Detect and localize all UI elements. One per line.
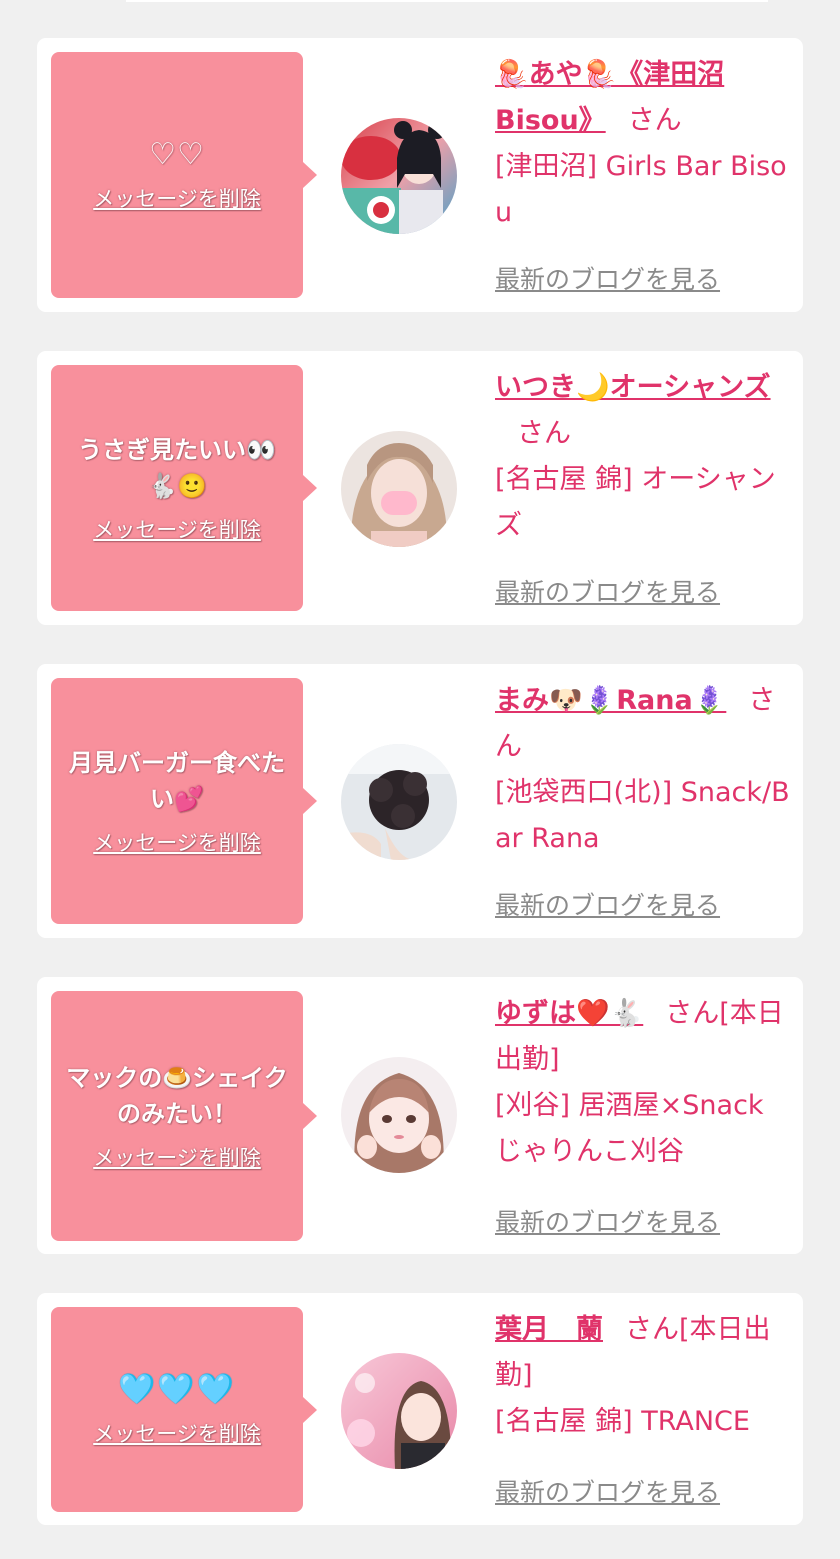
sender-name-link[interactable]: いつき🌙オーシャンズ [495, 372, 771, 403]
sender-name-link[interactable]: ゆずは❤️🐇 [495, 998, 643, 1029]
message-text: 🩵🩵🩵 [117, 1371, 237, 1407]
latest-blog-link[interactable]: 最新のブログを見る [495, 1473, 720, 1509]
avatar[interactable] [341, 744, 457, 860]
shop-label: [名古屋 錦] TRANCE [495, 1406, 750, 1437]
honorific-suffix: さん [627, 105, 682, 136]
latest-blog-link[interactable]: 最新のブログを見る [495, 260, 720, 296]
previous-card-edge [126, 0, 768, 2]
message-bubble: マックの🍮シェイクのみたい！ メッセージを削除 [51, 991, 317, 1241]
delete-message-link[interactable]: メッセージを削除 [93, 1142, 261, 1172]
message-bubble: 🩵🩵🩵 メッセージを削除 [51, 1307, 317, 1512]
delete-message-link[interactable]: メッセージを削除 [93, 1418, 261, 1448]
latest-blog-link[interactable]: 最新のブログを見る [495, 886, 720, 922]
delete-message-link[interactable]: メッセージを削除 [93, 183, 261, 213]
message-bubble: 月見バーガー食べたい💕 メッセージを削除 [51, 678, 317, 924]
message-text: マックの🍮シェイクのみたい！ [66, 1064, 288, 1128]
avatar[interactable] [341, 118, 457, 234]
message-card: うさぎ見たいい👀🐇🙂 メッセージを削除 いつき🌙オーシャンズさん [名古屋 錦]… [37, 351, 803, 625]
latest-blog-link[interactable]: 最新のブログを見る [495, 573, 720, 609]
sender-info: いつき🌙オーシャンズさん [名古屋 錦] オーシャンズ [495, 365, 791, 549]
sender-name-link[interactable]: まみ🐶🪻Rana🪻 [495, 685, 726, 716]
message-bubble: ♡♡ メッセージを削除 [51, 52, 317, 298]
sender-info: 葉月 蘭さん[本日出勤] [名古屋 錦] TRANCE [495, 1307, 791, 1445]
sender-info: ゆずは❤️🐇 さん[本日出勤] [刈谷] 居酒屋×Snack じゃりんこ刈谷 [495, 991, 791, 1175]
delete-message-link[interactable]: メッセージを削除 [93, 827, 261, 857]
shop-label: [津田沼] Girls Bar Bisou [495, 151, 787, 228]
honorific-suffix: さん [517, 418, 571, 449]
delete-message-link[interactable]: メッセージを削除 [93, 514, 261, 544]
message-card: ♡♡ メッセージを削除 🪼あや🪼《津田沼Bisou》 さん [津田沼] Girls… [37, 38, 803, 312]
shop-label: [刈谷] 居酒屋×Snack じゃりんこ刈谷 [495, 1090, 764, 1167]
message-card: 🩵🩵🩵 メッセージを削除 葉月 蘭さん[本日出勤] [名古屋 錦] TRANCE… [37, 1293, 803, 1525]
sender-info: まみ🐶🪻Rana🪻 さん [池袋西口(北)] Snack/Bar Rana [495, 678, 791, 862]
message-text: 月見バーガー食べたい💕 [69, 749, 285, 813]
shop-label: [名古屋 錦] オーシャンズ [495, 464, 776, 541]
message-text: ♡♡ [149, 137, 205, 172]
sender-name-link[interactable]: 葉月 蘭 [495, 1314, 603, 1345]
shop-label: [池袋西口(北)] Snack/Bar Rana [495, 777, 790, 854]
latest-blog-link[interactable]: 最新のブログを見る [495, 1203, 720, 1239]
avatar[interactable] [341, 431, 457, 547]
message-card: マックの🍮シェイクのみたい！ メッセージを削除 ゆずは❤️🐇 さん[本日出勤] [… [37, 977, 803, 1254]
sender-info: 🪼あや🪼《津田沼Bisou》 さん [津田沼] Girls Bar Bisou [495, 52, 791, 236]
message-card: 月見バーガー食べたい💕 メッセージを削除 まみ🐶🪻Rana🪻 さん [池袋西口(北… [37, 664, 803, 938]
avatar[interactable] [341, 1057, 457, 1173]
message-bubble: うさぎ見たいい👀🐇🙂 メッセージを削除 [51, 365, 317, 611]
avatar[interactable] [341, 1353, 457, 1469]
message-text: うさぎ見たいい👀🐇🙂 [78, 436, 276, 500]
